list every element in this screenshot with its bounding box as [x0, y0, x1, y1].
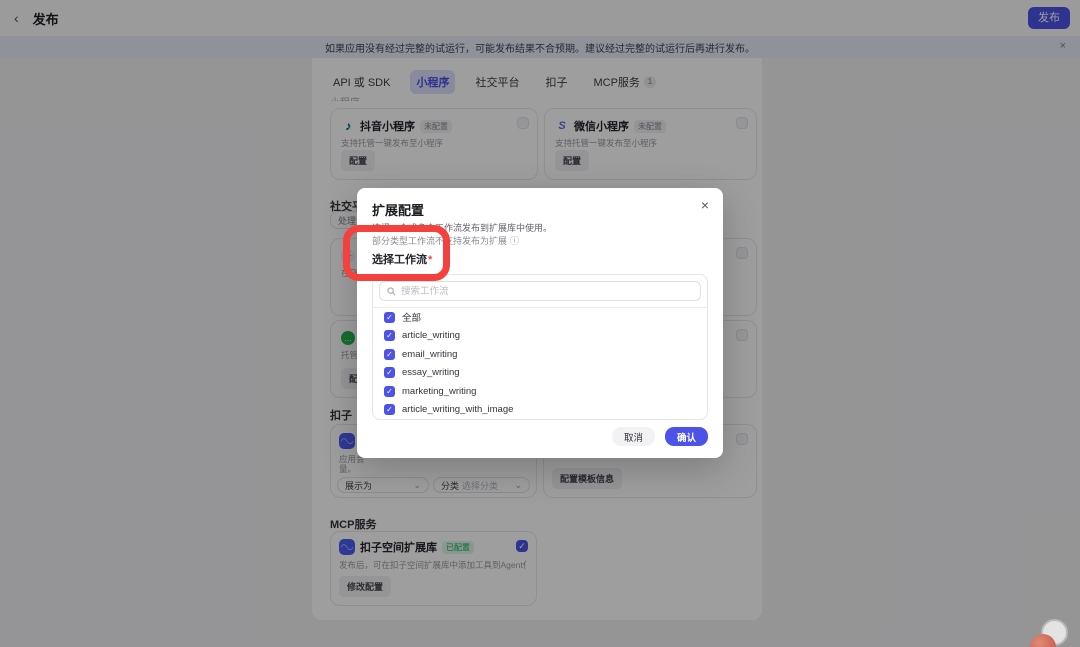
search-icon — [387, 286, 396, 295]
workflow-label: marketing_writing — [402, 385, 477, 397]
cancel-button[interactable]: 取消 — [611, 427, 655, 446]
modal-note-text: 部分类型工作流不支持发布为扩展 — [372, 236, 508, 246]
modal-note: 部分类型工作流不支持发布为扩展 ⓘ — [372, 234, 519, 247]
checkbox-checked-icon[interactable]: ✓ — [384, 404, 395, 416]
workflow-row[interactable]: ✓ article_writing_with_image — [373, 401, 707, 420]
workflow-row[interactable]: ✓ marketing_writing — [373, 382, 707, 401]
modal-close-icon[interactable]: × — [701, 197, 709, 213]
checkbox-checked-icon[interactable]: ✓ — [384, 367, 395, 379]
modal-title: 扩展配置 — [372, 203, 425, 218]
workflow-field-label-text: 选择工作流 — [372, 254, 427, 266]
workflow-label: essay_writing — [402, 367, 460, 379]
checkbox-checked-icon[interactable]: ✓ — [384, 348, 395, 360]
workflow-row[interactable]: ✓ email_writing — [373, 345, 707, 364]
workflow-label: 全部 — [402, 313, 422, 325]
workflow-search[interactable] — [379, 281, 701, 301]
modal-footer: 取消 确认 — [611, 427, 708, 446]
checkbox-checked-icon[interactable]: ✓ — [384, 385, 395, 397]
extension-config-modal: 扩展配置 × 选择一个或多个工作流发布到扩展库中使用。 部分类型工作流不支持发布… — [357, 188, 723, 458]
workflow-search-input[interactable] — [401, 285, 693, 297]
confirm-button[interactable]: 确认 — [664, 427, 708, 446]
workflow-row[interactable]: ✓ article_writing — [373, 327, 707, 346]
workflow-label: article_writing_with_image — [402, 404, 514, 416]
info-icon[interactable]: ⓘ — [510, 234, 519, 247]
required-asterisk: * — [428, 254, 433, 266]
workflow-row-all[interactable]: ✓ 全部 — [373, 308, 707, 327]
publish-page: ‹ 发布 发布 如果应用没有经过完整的试运行，可能发布结果不合预期。建议经过完整… — [0, 0, 1080, 647]
workflow-listbox: ✓ 全部 ✓ article_writing ✓ email_writing ✓… — [372, 274, 708, 420]
workflow-field-label: 选择工作流* — [372, 251, 432, 267]
checkbox-checked-icon[interactable]: ✓ — [384, 311, 395, 323]
workflow-label: article_writing — [402, 330, 461, 342]
workflow-row[interactable]: ✓ essay_writing — [373, 364, 707, 383]
modal-description: 选择一个或多个工作流发布到扩展库中使用。 — [372, 223, 553, 233]
checkbox-checked-icon[interactable]: ✓ — [384, 330, 395, 342]
workflow-label: email_writing — [402, 348, 458, 360]
